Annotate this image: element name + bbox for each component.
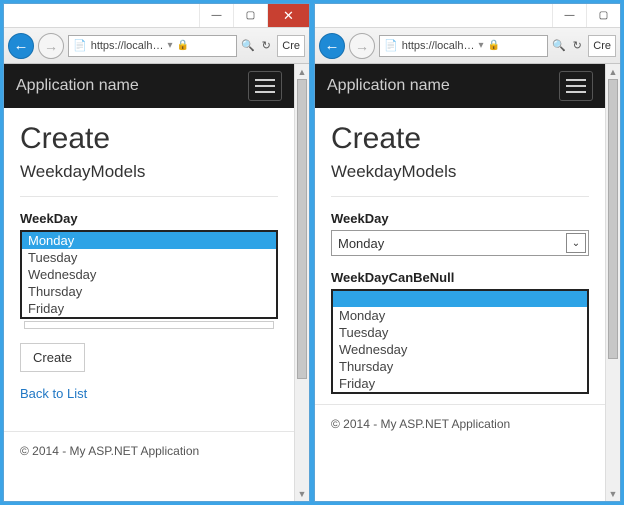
refresh-icon[interactable]: ↻ xyxy=(259,39,273,52)
app-header: Application name xyxy=(315,64,605,108)
back-button[interactable]: ← xyxy=(8,33,34,59)
scroll-thumb[interactable] xyxy=(297,79,307,379)
list-item[interactable]: Tuesday xyxy=(333,324,587,341)
weekday-listbox[interactable]: Monday Tuesday Wednesday Thursday Friday xyxy=(20,230,278,319)
page-title: Create xyxy=(20,122,278,156)
browser-window-left: — ▢ ✕ ← → 📄 https://localh… ▾ 🔒 🔍 ↻ Cre … xyxy=(3,3,310,502)
maximize-button[interactable]: ▢ xyxy=(586,4,620,27)
address-bar[interactable]: 📄 https://localh… ▾ 🔒 xyxy=(68,35,237,57)
window-titlebar: — ▢ xyxy=(315,4,620,28)
tab-title: Cre xyxy=(593,40,611,52)
browser-toolbar: ← → 📄 https://localh… ▾ 🔒 🔍 ↻ Cre xyxy=(315,28,620,64)
back-to-list-link[interactable]: Back to List xyxy=(20,386,278,401)
browser-tab[interactable]: Cre xyxy=(588,35,616,57)
menu-button[interactable] xyxy=(559,71,593,101)
minimize-button[interactable]: — xyxy=(552,4,586,27)
list-item-blank[interactable] xyxy=(333,291,587,307)
input-shadow xyxy=(24,321,274,329)
url-text: https://localh… xyxy=(91,40,164,52)
window-titlebar: — ▢ ✕ xyxy=(4,4,309,28)
browser-window-right: — ▢ ← → 📄 https://localh… ▾ 🔒 🔍 ↻ Cre Ap… xyxy=(314,3,621,502)
weekday-label: WeekDay xyxy=(20,211,278,226)
page-content: Application name Create WeekdayModels We… xyxy=(315,64,605,501)
create-button[interactable]: Create xyxy=(20,343,85,372)
list-item[interactable]: Thursday xyxy=(333,358,587,375)
page-title: Create xyxy=(331,122,589,156)
divider xyxy=(20,196,278,197)
close-button[interactable]: ✕ xyxy=(267,4,309,27)
weekday-nullable-label: WeekDayCanBeNull xyxy=(331,270,589,285)
page-footer: © 2014 - My ASP.NET Application xyxy=(4,431,294,470)
list-item[interactable]: Friday xyxy=(22,300,276,317)
refresh-icon[interactable]: ↻ xyxy=(570,39,584,52)
page-content: Application name Create WeekdayModels We… xyxy=(4,64,294,501)
app-name: Application name xyxy=(16,77,139,95)
list-item[interactable]: Thursday xyxy=(22,283,276,300)
url-dropdown-icon[interactable]: ▾ xyxy=(167,40,172,51)
list-item[interactable]: Monday xyxy=(22,232,276,249)
scroll-down-icon[interactable]: ▼ xyxy=(606,486,620,501)
scroll-thumb[interactable] xyxy=(608,79,618,359)
vertical-scrollbar[interactable]: ▲ ▼ xyxy=(294,64,309,501)
chevron-down-icon[interactable]: ⌄ xyxy=(566,233,586,253)
url-dropdown-icon[interactable]: ▾ xyxy=(478,40,483,51)
page-subtitle: WeekdayModels xyxy=(331,162,589,182)
maximize-button[interactable]: ▢ xyxy=(233,4,267,27)
menu-button[interactable] xyxy=(248,71,282,101)
weekday-label: WeekDay xyxy=(331,211,589,226)
page-subtitle: WeekdayModels xyxy=(20,162,278,182)
page-footer: © 2014 - My ASP.NET Application xyxy=(315,404,605,443)
search-icon[interactable]: 🔍 xyxy=(241,39,255,52)
forward-button[interactable]: → xyxy=(349,33,375,59)
url-text: https://localh… xyxy=(402,40,475,52)
scroll-down-icon[interactable]: ▼ xyxy=(295,486,309,501)
list-item[interactable]: Friday xyxy=(333,375,587,392)
vertical-scrollbar[interactable]: ▲ ▼ xyxy=(605,64,620,501)
address-bar[interactable]: 📄 https://localh… ▾ 🔒 xyxy=(379,35,548,57)
browser-tab[interactable]: Cre xyxy=(277,35,305,57)
forward-button[interactable]: → xyxy=(38,33,64,59)
search-icon[interactable]: 🔍 xyxy=(552,39,566,52)
lock-icon: 🔒 xyxy=(177,40,189,51)
weekday-select[interactable]: Monday ⌄ xyxy=(331,230,589,256)
list-item[interactable]: Tuesday xyxy=(22,249,276,266)
select-value: Monday xyxy=(338,236,384,251)
lock-icon: 🔒 xyxy=(488,40,500,51)
weekday-nullable-listbox[interactable]: Monday Tuesday Wednesday Thursday Friday xyxy=(331,289,589,394)
minimize-button[interactable]: — xyxy=(199,4,233,27)
back-button[interactable]: ← xyxy=(319,33,345,59)
toolbar-icons: 🔍 ↻ xyxy=(241,39,273,52)
list-item[interactable]: Wednesday xyxy=(22,266,276,283)
globe-icon: 📄 xyxy=(73,39,87,52)
scroll-up-icon[interactable]: ▲ xyxy=(295,64,309,79)
globe-icon: 📄 xyxy=(384,39,398,52)
app-name: Application name xyxy=(327,77,450,95)
scroll-up-icon[interactable]: ▲ xyxy=(606,64,620,79)
toolbar-icons: 🔍 ↻ xyxy=(552,39,584,52)
tab-title: Cre xyxy=(282,40,300,52)
list-item[interactable]: Monday xyxy=(333,307,587,324)
divider xyxy=(331,196,589,197)
app-header: Application name xyxy=(4,64,294,108)
browser-toolbar: ← → 📄 https://localh… ▾ 🔒 🔍 ↻ Cre xyxy=(4,28,309,64)
list-item[interactable]: Wednesday xyxy=(333,341,587,358)
